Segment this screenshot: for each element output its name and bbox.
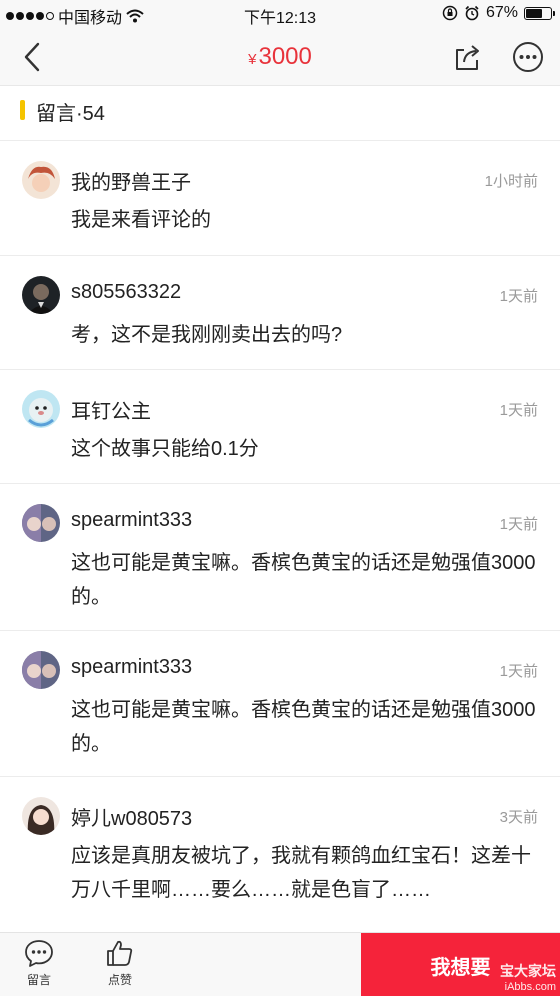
nav-bar: ¥3000 bbox=[0, 28, 560, 86]
currency-symbol: ¥ bbox=[248, 51, 257, 68]
comment-item[interactable]: s805563322 1天前 考，这不是我刚刚卖出去的吗? bbox=[0, 256, 560, 370]
avatar[interactable] bbox=[22, 276, 60, 314]
section-marker bbox=[20, 100, 25, 120]
avatar[interactable] bbox=[22, 390, 60, 428]
comment-bubble-icon bbox=[25, 940, 53, 967]
comment-time: 3天前 bbox=[499, 809, 538, 826]
comment-time: 1天前 bbox=[499, 663, 538, 680]
watermark-text: 宝大家坛 bbox=[500, 963, 556, 979]
avatar[interactable] bbox=[22, 504, 60, 542]
comment-item[interactable]: 我的野兽王子 1小时前 我是来看评论的 bbox=[0, 141, 560, 256]
comment-time: 1天前 bbox=[499, 516, 538, 533]
battery-icon bbox=[524, 6, 555, 20]
comment-text: 这个故事只能给0.1分 bbox=[71, 438, 259, 460]
price-value: 3000 bbox=[258, 43, 312, 70]
comment-text: 这也可能是黄宝嘛。香槟色黄宝的话还是勉强值3000的。 bbox=[71, 552, 536, 608]
comment-item[interactable]: 耳钉公主 1天前 这个故事只能给0.1分 bbox=[0, 370, 560, 484]
comment-username[interactable]: s805563322 bbox=[71, 281, 181, 304]
avatar[interactable] bbox=[22, 797, 60, 835]
comment-username[interactable]: spearmint333 bbox=[71, 656, 192, 679]
comments-list: 我的野兽王子 1小时前 我是来看评论的 s805563322 1天前 考，这不是… bbox=[0, 141, 560, 937]
more-options-icon[interactable] bbox=[512, 41, 544, 73]
rotation-lock-icon bbox=[442, 5, 458, 21]
site-watermark: 宝大家坛 iAbbs.com bbox=[500, 961, 556, 993]
want-button-label: 我想要 bbox=[430, 956, 491, 979]
status-bar: 中国移动 下午12:13 67% bbox=[0, 0, 560, 28]
comment-username[interactable]: 婷儿w080573 bbox=[71, 802, 192, 831]
avatar[interactable] bbox=[22, 651, 60, 689]
comment-time: 1小时前 bbox=[484, 173, 538, 190]
watermark-url: iAbbs.com bbox=[504, 981, 556, 993]
thumbs-up-icon bbox=[107, 940, 133, 966]
comment-username[interactable]: 我的野兽王子 bbox=[71, 166, 191, 195]
comment-time: 1天前 bbox=[499, 288, 538, 305]
like-button-label: 点赞 bbox=[107, 973, 132, 987]
comment-username[interactable]: 耳钉公主 bbox=[71, 395, 151, 424]
comment-username[interactable]: spearmint333 bbox=[71, 509, 192, 532]
comment-time: 1天前 bbox=[499, 402, 538, 419]
like-button[interactable]: 点赞 bbox=[90, 939, 150, 988]
status-right: 67% bbox=[442, 4, 555, 22]
comment-text: 我是来看评论的 bbox=[71, 209, 211, 231]
comment-item[interactable]: 婷儿w080573 3天前 应该是真朋友被坑了，我就有颗鸽血红宝石！这差十万八千… bbox=[0, 777, 560, 937]
avatar[interactable] bbox=[22, 161, 60, 199]
comment-item[interactable]: spearmint333 1天前 这也可能是黄宝嘛。香槟色黄宝的话还是勉强值30… bbox=[0, 484, 560, 631]
comment-text: 应该是真朋友被坑了，我就有颗鸽血红宝石！这差十万八千里啊……要么……就是色盲了…… bbox=[71, 845, 531, 901]
comment-button-label: 留言 bbox=[26, 973, 51, 987]
comment-button[interactable]: 留言 bbox=[9, 939, 69, 988]
comments-count-title: 留言·54 bbox=[36, 103, 105, 125]
comment-item[interactable]: spearmint333 1天前 这也可能是黄宝嘛。香槟色黄宝的话还是勉强值30… bbox=[0, 631, 560, 777]
comment-text: 这也可能是黄宝嘛。香槟色黄宝的话还是勉强值3000的。 bbox=[71, 699, 536, 755]
alarm-icon bbox=[465, 5, 479, 21]
bottom-action-bar: 留言 点赞 我想要 宝大家坛 iAbbs.com bbox=[0, 932, 560, 996]
comment-text: 考，这不是我刚刚卖出去的吗? bbox=[71, 324, 343, 346]
share-icon[interactable] bbox=[452, 42, 484, 72]
comments-section-header: 留言·54 bbox=[0, 86, 560, 141]
battery-percent: 67% bbox=[485, 4, 518, 21]
want-button[interactable]: 我想要 宝大家坛 iAbbs.com bbox=[361, 933, 560, 996]
battery-level bbox=[526, 8, 543, 18]
